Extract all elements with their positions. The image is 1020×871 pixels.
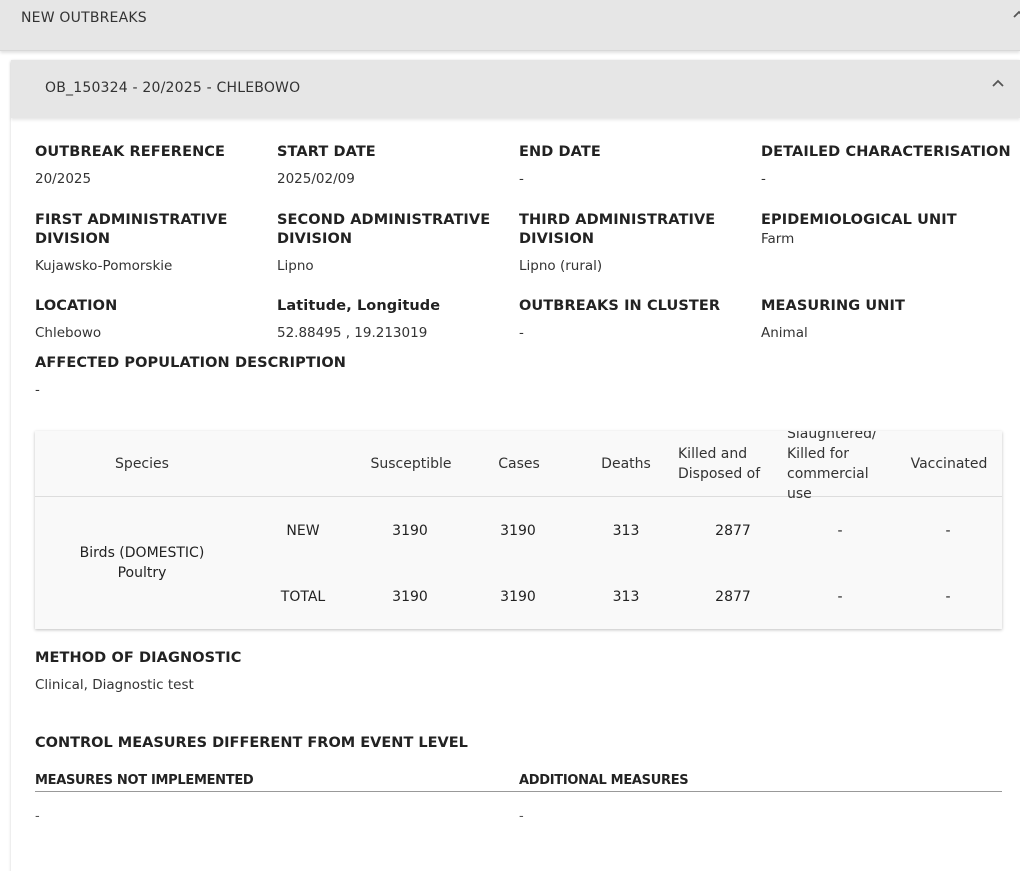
field-value: Animal <box>761 325 808 341</box>
field-label: MEASURING UNIT <box>761 298 906 314</box>
deaths-cell: 313 <box>612 589 640 605</box>
start-date-field: START DATE 2025/02/09 <box>277 143 513 188</box>
divider <box>35 791 1002 792</box>
vaccinated-cell: - <box>945 589 951 605</box>
chevron-up-icon[interactable] <box>990 76 1006 92</box>
table-header: Species Susceptible Cases Deaths Killed … <box>35 431 1002 502</box>
field-value: 2025/02/09 <box>277 171 355 187</box>
field-label: SECOND ADMINISTRATIVE DIVISION <box>277 212 491 247</box>
outbreak-card-header[interactable]: OB_150324 - 20/2025 - CHLEBOWO <box>11 60 1020 118</box>
additional-measures-value: - <box>519 809 524 824</box>
affected-population-field: AFFECTED POPULATION DESCRIPTION - <box>35 354 435 399</box>
susceptible-cell: 3190 <box>392 589 428 605</box>
field-label: LOCATION <box>35 298 118 314</box>
row-type: TOTAL <box>280 589 326 605</box>
field-label: EPIDEMIOLOGICAL UNIT <box>761 212 957 228</box>
field-value: 20/2025 <box>35 171 92 187</box>
measures-not-implemented-header: MEASURES NOT IMPLEMENTED <box>35 773 254 788</box>
outbreak-title: OB_150324 - 20/2025 - CHLEBOWO <box>45 80 301 96</box>
field-value: Lipno <box>277 258 314 274</box>
field-label: THIRD ADMINISTRATIVE DIVISION <box>519 212 716 247</box>
field-label: OUTBREAK REFERENCE <box>35 144 226 160</box>
cases-cell: 3190 <box>500 589 536 605</box>
field-value: - <box>761 171 766 187</box>
panel-title: NEW OUTBREAKS <box>21 10 147 26</box>
slaughtered-cell: - <box>837 523 843 539</box>
lat-lon-field: Latitude, Longitude 52.88495 , 19.213019 <box>277 297 513 342</box>
species-table: Species Susceptible Cases Deaths Killed … <box>35 431 1002 629</box>
col-killed: Killed and Disposed of <box>678 446 761 482</box>
field-value: - <box>519 171 524 187</box>
col-susceptible: Susceptible <box>370 456 452 472</box>
col-deaths: Deaths <box>601 456 651 472</box>
field-value: Lipno (rural) <box>519 258 603 274</box>
field-value: 52.88495 , 19.213019 <box>277 325 428 341</box>
outbreaks-in-cluster-field: OUTBREAKS IN CLUSTER - <box>519 297 755 342</box>
killed-cell: 2877 <box>715 523 751 539</box>
field-label: START DATE <box>277 144 376 160</box>
end-date-field: END DATE - <box>519 143 755 188</box>
field-label: METHOD OF DIAGNOSTIC <box>35 650 242 666</box>
slaughtered-cell: - <box>837 589 843 605</box>
field-value: - <box>519 325 524 341</box>
col-vaccinated: Vaccinated <box>910 456 988 472</box>
method-of-diagnostic-field: METHOD OF DIAGNOSTIC Clinical, Diagnosti… <box>35 649 435 694</box>
col-cases: Cases <box>498 456 540 472</box>
epidemiological-unit-field: EPIDEMIOLOGICAL UNIT Farm <box>761 211 1011 248</box>
susceptible-cell: 3190 <box>392 523 428 539</box>
location-field: LOCATION Chlebowo <box>35 297 271 342</box>
vaccinated-cell: - <box>945 523 951 539</box>
third-admin-division-field: THIRD ADMINISTRATIVE DIVISION Lipno (rur… <box>519 211 719 275</box>
field-label: FIRST ADMINISTRATIVE DIVISION <box>35 212 228 247</box>
field-value: - <box>35 382 40 398</box>
field-value: Farm <box>761 231 795 247</box>
cases-cell: 3190 <box>500 523 536 539</box>
field-label: DETAILED CHARACTERISATION <box>761 144 1011 160</box>
measuring-unit-field: MEASURING UNIT Animal <box>761 297 997 342</box>
field-label: OUTBREAKS IN CLUSTER <box>519 298 721 314</box>
row-type: NEW <box>286 523 320 539</box>
new-outbreaks-panel-header[interactable]: NEW OUTBREAKS <box>0 0 1020 51</box>
field-value: Kujawsko-Pomorskie <box>35 258 173 274</box>
control-measures-title: CONTROL MEASURES DIFFERENT FROM EVENT LE… <box>35 735 468 751</box>
col-species: Species <box>115 456 169 472</box>
field-label: Latitude, Longitude <box>277 298 441 314</box>
field-label: END DATE <box>519 144 601 160</box>
additional-measures-header: ADDITIONAL MEASURES <box>519 773 689 788</box>
species-cell: Birds (DOMESTIC) Poultry <box>79 545 205 581</box>
field-label: AFFECTED POPULATION DESCRIPTION <box>35 355 347 371</box>
detailed-characterisation-field: DETAILED CHARACTERISATION - <box>761 143 1011 188</box>
measures-not-implemented-value: - <box>35 809 40 824</box>
col-slaughtered: Slaughtered/ Killed for commercial use <box>787 431 877 502</box>
field-value: Chlebowo <box>35 325 102 341</box>
deaths-cell: 313 <box>612 523 640 539</box>
second-admin-division-field: SECOND ADMINISTRATIVE DIVISION Lipno <box>277 211 492 275</box>
field-value: Clinical, Diagnostic test <box>35 677 194 693</box>
killed-cell: 2877 <box>715 589 751 605</box>
outbreak-reference-field: OUTBREAK REFERENCE 20/2025 <box>35 143 271 188</box>
chevron-up-icon[interactable] <box>1012 8 1020 26</box>
first-admin-division-field: FIRST ADMINISTRATIVE DIVISION Kujawsko-P… <box>35 211 235 275</box>
